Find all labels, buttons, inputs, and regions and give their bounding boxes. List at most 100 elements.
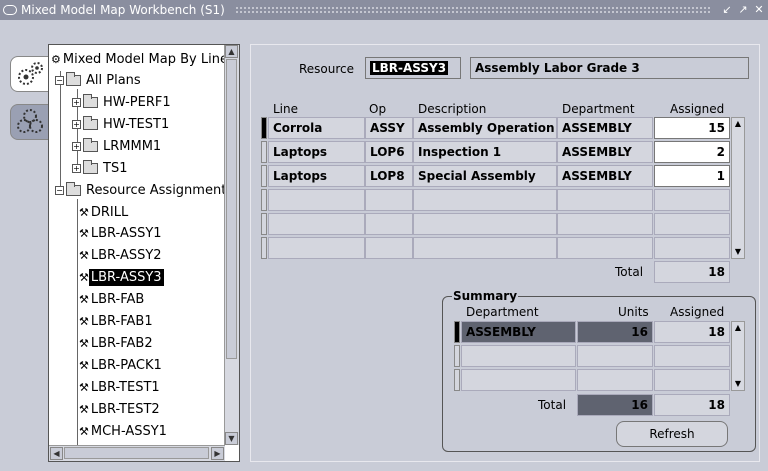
window-menu-icon[interactable]	[3, 5, 17, 15]
scroll-up-icon[interactable]: ▲	[732, 322, 744, 334]
summary-cell-department[interactable]: ASSEMBLY	[461, 321, 576, 343]
tree-node-plan[interactable]: + HW-PERF1	[72, 92, 173, 112]
table-cell-description[interactable]: Assembly Operation	[413, 117, 557, 139]
scroll-right-icon[interactable]: ▶	[211, 447, 224, 460]
table-cell-department[interactable]: ASSEMBLY	[557, 141, 653, 163]
table-cell-empty[interactable]	[557, 213, 653, 235]
table-cell-empty[interactable]	[365, 237, 413, 259]
tree-node-plan[interactable]: + TS1	[72, 158, 129, 178]
minimize-icon[interactable]: ↙	[720, 3, 734, 17]
scroll-down-icon[interactable]: ▼	[732, 378, 744, 390]
table-cell-empty[interactable]	[268, 189, 365, 211]
table-cell-assigned[interactable]: 1	[654, 165, 730, 187]
summary-cell-assigned[interactable]: 18	[654, 321, 730, 343]
table-cell-op[interactable]: LOP6	[365, 141, 413, 163]
row-selector[interactable]	[261, 189, 267, 211]
tree-node-resource[interactable]: ⚒ LBR-FAB	[79, 289, 146, 309]
scroll-down-icon[interactable]: ▼	[732, 246, 744, 258]
summary-cell-empty[interactable]	[654, 369, 730, 391]
tree-node-plan[interactable]: + HW-TEST1	[72, 114, 171, 134]
scroll-up-icon[interactable]: ▲	[732, 118, 744, 130]
resource-description-field[interactable]: Assembly Labor Grade 3	[470, 57, 749, 79]
table-cell-empty[interactable]	[654, 237, 730, 259]
scroll-thumb[interactable]	[226, 59, 237, 359]
tree-node-all-plans[interactable]: − All Plans	[55, 70, 143, 90]
table-cell-op[interactable]: LOP8	[365, 165, 413, 187]
row-selector[interactable]	[261, 237, 267, 259]
tree-node-resource[interactable]: ⚒ DRILL	[79, 202, 130, 222]
table-cell-description[interactable]: Inspection 1	[413, 141, 557, 163]
folder-icon	[83, 137, 98, 152]
tree-node-resource[interactable]: ⚒ LBR-FAB1	[79, 311, 155, 331]
table-cell-empty[interactable]	[413, 189, 557, 211]
collapse-icon[interactable]: −	[55, 185, 64, 195]
scroll-down-icon[interactable]: ▼	[225, 432, 238, 445]
row-selector[interactable]	[261, 165, 267, 187]
summary-cell-empty[interactable]	[654, 345, 730, 367]
table-cell-line[interactable]: Laptops	[268, 141, 365, 163]
tree-root-node[interactable]: ⚙ Mixed Model Map By Line	[51, 49, 225, 69]
summary-table-scrollbar[interactable]: ▲ ▼	[731, 321, 745, 391]
table-cell-empty[interactable]	[557, 237, 653, 259]
table-cell-empty[interactable]	[413, 237, 557, 259]
table-cell-line[interactable]: Laptops	[268, 165, 365, 187]
tree-node-resource-selected[interactable]: ⚒ LBR-ASSY3	[79, 267, 164, 287]
table-cell-department[interactable]: ASSEMBLY	[557, 165, 653, 187]
column-header-assigned: Assigned	[670, 102, 725, 116]
scroll-up-icon[interactable]: ▲	[225, 45, 238, 58]
table-cell-empty[interactable]	[365, 189, 413, 211]
expand-icon[interactable]: +	[72, 141, 81, 151]
scroll-left-icon[interactable]: ◀	[50, 447, 63, 460]
collapse-icon[interactable]: −	[55, 75, 64, 85]
tree-node-resource[interactable]: ⚒ LBR-FAB2	[79, 333, 155, 353]
tree-node-resource[interactable]: ⚒ LBR-ASSY1	[79, 223, 164, 243]
summary-row-selector[interactable]	[454, 321, 460, 343]
table-cell-empty[interactable]	[654, 213, 730, 235]
tree-node-plan[interactable]: + LRMMM1	[72, 136, 163, 156]
summary-cell-empty[interactable]	[461, 369, 576, 391]
model-map-icon: ⚙	[51, 52, 61, 66]
close-icon[interactable]: ✕	[752, 3, 766, 17]
lines-table-scrollbar[interactable]: ▲ ▼	[731, 117, 745, 259]
tree-node-resource[interactable]: ⚒ LBR-ASSY2	[79, 245, 164, 265]
summary-cell-units[interactable]: 16	[577, 321, 653, 343]
title-bar-grip[interactable]	[234, 6, 710, 14]
table-cell-empty[interactable]	[268, 213, 365, 235]
resource-icon: ⚒	[79, 248, 89, 262]
tree-vertical-scrollbar[interactable]: ▲ ▼	[224, 45, 239, 445]
refresh-button[interactable]: Refresh	[616, 421, 728, 447]
table-cell-department[interactable]: ASSEMBLY	[557, 117, 653, 139]
table-cell-assigned[interactable]: 2	[654, 141, 730, 163]
summary-row-selector[interactable]	[454, 369, 460, 391]
tree-node-resource[interactable]: ⚒ LBR-TEST2	[79, 399, 162, 419]
row-selector[interactable]	[261, 213, 267, 235]
tree-node-resource[interactable]: ⚒ MCH-ASSY1	[79, 421, 169, 441]
tab-resources[interactable]	[10, 104, 50, 140]
expand-icon[interactable]: +	[72, 97, 81, 107]
resource-code-field[interactable]: LBR-ASSY3	[365, 57, 461, 79]
maximize-icon[interactable]: ↗	[736, 3, 750, 17]
tree-node-resource[interactable]: ⚒ LBR-PACK1	[79, 355, 164, 375]
table-cell-empty[interactable]	[268, 237, 365, 259]
tab-model-map[interactable]	[10, 56, 50, 92]
row-selector[interactable]	[261, 117, 267, 139]
table-cell-assigned[interactable]: 15	[654, 117, 730, 139]
summary-cell-empty[interactable]	[577, 369, 653, 391]
table-cell-empty[interactable]	[413, 213, 557, 235]
table-cell-empty[interactable]	[557, 189, 653, 211]
summary-cell-empty[interactable]	[461, 345, 576, 367]
tree-horizontal-scrollbar[interactable]: ◀ ▶	[49, 445, 225, 461]
table-cell-description[interactable]: Special Assembly	[413, 165, 557, 187]
table-cell-empty[interactable]	[365, 213, 413, 235]
table-cell-line[interactable]: Corrola	[268, 117, 365, 139]
scroll-thumb[interactable]	[64, 447, 209, 459]
expand-icon[interactable]: +	[72, 163, 81, 173]
tree-node-resource[interactable]: ⚒ LBR-TEST1	[79, 377, 162, 397]
row-selector[interactable]	[261, 141, 267, 163]
tree-node-resource-assignment[interactable]: − Resource Assignment	[55, 180, 225, 200]
summary-row-selector[interactable]	[454, 345, 460, 367]
table-cell-empty[interactable]	[654, 189, 730, 211]
expand-icon[interactable]: +	[72, 119, 81, 129]
summary-cell-empty[interactable]	[577, 345, 653, 367]
table-cell-op[interactable]: ASSY	[365, 117, 413, 139]
